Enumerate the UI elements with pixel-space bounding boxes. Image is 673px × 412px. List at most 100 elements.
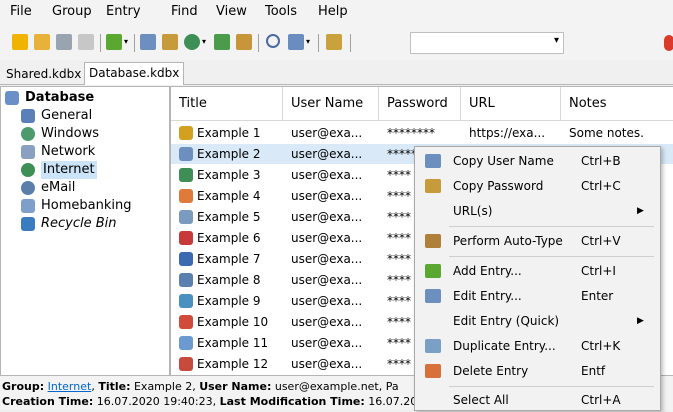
toolbar: ▾ ▾ ▾ ▾ [0,26,673,60]
menu-file[interactable]: File [10,4,32,19]
menu-separator [449,386,654,387]
group-link[interactable]: Internet [48,380,92,393]
entry-title: Example 1 [197,126,261,140]
toolbar-separator [350,34,351,52]
folder-icon [21,109,35,123]
cell-title: Example 9 [179,291,279,311]
notification-icon[interactable] [664,35,673,51]
menu-urls[interactable]: URL(s) ▶ [415,199,660,223]
cell-title: Example 6 [179,228,279,248]
entry-title: Example 8 [197,273,261,287]
copy-url-icon[interactable] [214,34,230,50]
cell-user: user@exa... [291,273,363,287]
cell-notes: Some notes. [569,126,644,140]
menu-select-all[interactable]: Select All Ctrl+A [415,388,660,412]
menu-edit-entry-quick[interactable]: Edit Entry (Quick) ▶ [415,309,660,333]
menu-delete-entry[interactable]: Delete Entry Entf [415,359,660,383]
entry-icon [179,147,193,161]
edit-entry-icon [425,289,441,303]
submenu-arrow-icon: ▶ [637,206,644,216]
menu-tools[interactable]: Tools [265,4,297,19]
quick-search-box[interactable]: ▾ [410,32,564,54]
cell-user: user@exa... [291,336,363,350]
menu-copy-password[interactable]: Copy Password Ctrl+C [415,174,660,198]
column-header-title[interactable]: Title [171,87,283,121]
entry-icon [179,252,193,266]
document-tabs: Shared.kdbx Database.kdbx [0,60,673,85]
cell-url: https://exa... [469,126,546,140]
add-entry-icon[interactable] [106,34,122,50]
copy-user-icon [425,154,441,168]
menu-group[interactable]: Group [52,4,92,19]
search-icon[interactable] [266,34,280,48]
toolbar-separator [100,34,101,52]
menu-separator [449,226,654,227]
menu-entry[interactable]: Entry [106,4,141,19]
cell-user: user@exa... [291,126,363,140]
cell-title: Example 4 [179,186,279,206]
dropdown-arrow-icon[interactable]: ▾ [306,34,314,50]
entry-icon [179,357,193,371]
cell-user: user@exa... [291,189,363,203]
cell-user: user@exa... [291,210,363,224]
entry-title: Example 11 [197,336,269,350]
open-folder-icon[interactable] [34,34,50,50]
toolbar-separator [318,34,319,52]
table-row[interactable]: Example 1 user@exa... ******** https://exa.… [171,123,673,143]
entry-title: Example 5 [197,210,261,224]
lock-workspace-icon[interactable] [326,34,342,50]
network-icon [21,145,35,159]
dropdown-arrow-icon[interactable]: ▾ [202,34,210,50]
column-header-notes[interactable]: Notes [561,87,673,121]
column-header-user-name[interactable]: User Name [283,87,379,121]
cell-user: user@exa... [291,231,363,245]
entry-icon [179,273,193,287]
cell-password: ******** [387,126,435,140]
tab-database-kdbx[interactable]: Database.kdbx [84,62,185,85]
copy-user-icon[interactable] [140,34,156,50]
menu-add-entry[interactable]: Add Entry... Ctrl+I [415,259,660,283]
cell-user: user@exa... [291,168,363,182]
find-filter-icon[interactable] [288,34,304,50]
entry-title: Example 6 [197,231,261,245]
tab-shared-kdbx[interactable]: Shared.kdbx [2,64,85,84]
cell-title: Example 2 [179,144,279,164]
copy-password-icon[interactable] [162,34,178,50]
open-url-icon[interactable] [184,34,200,50]
menu-duplicate-entry[interactable]: Duplicate Entry... Ctrl+K [415,334,660,358]
entry-icon [179,189,193,203]
cell-title: Example 12 [179,354,279,374]
cell-user: user@exa... [291,315,363,329]
entry-icon [179,315,193,329]
save-icon[interactable] [56,34,72,50]
menu-view[interactable]: View [216,4,247,19]
menu-perform-auto-type[interactable]: Perform Auto-Type Ctrl+V [415,229,660,253]
cell-title: Example 1 [179,123,279,143]
column-header-password[interactable]: Password [379,87,461,121]
new-database-icon[interactable] [12,34,28,50]
entry-icon [179,126,193,140]
cell-title: Example 5 [179,207,279,227]
cell-user: user@exa... [291,357,363,371]
menu-edit-entry[interactable]: Edit Entry... Enter [415,284,660,308]
delete-entry-icon [425,364,441,378]
cell-user: user@exa... [291,294,363,308]
entry-title: Example 7 [197,252,261,266]
auto-type-icon[interactable] [236,34,252,50]
menu-help[interactable]: Help [318,4,348,19]
dropdown-arrow-icon[interactable]: ▾ [124,34,132,50]
status-line-1: Group: Internet, Title: Example 2, User … [2,380,399,393]
bank-icon [21,199,35,213]
status-line-2: Creation Time: 16.07.2020 19:40:23, Last… [2,395,418,408]
recycle-bin-icon [21,217,35,231]
key-icon [425,179,441,193]
menu-find[interactable]: Find [171,4,198,19]
column-header-url[interactable]: URL [461,87,561,121]
chevron-down-icon[interactable]: ▾ [554,35,559,46]
entry-title: Example 3 [197,168,261,182]
cell-title: Example 8 [179,270,279,290]
menu-copy-user-name[interactable]: Copy User Name Ctrl+B [415,149,660,173]
entry-icon [179,336,193,350]
print-icon[interactable] [78,34,94,50]
cell-title: Example 11 [179,333,279,353]
